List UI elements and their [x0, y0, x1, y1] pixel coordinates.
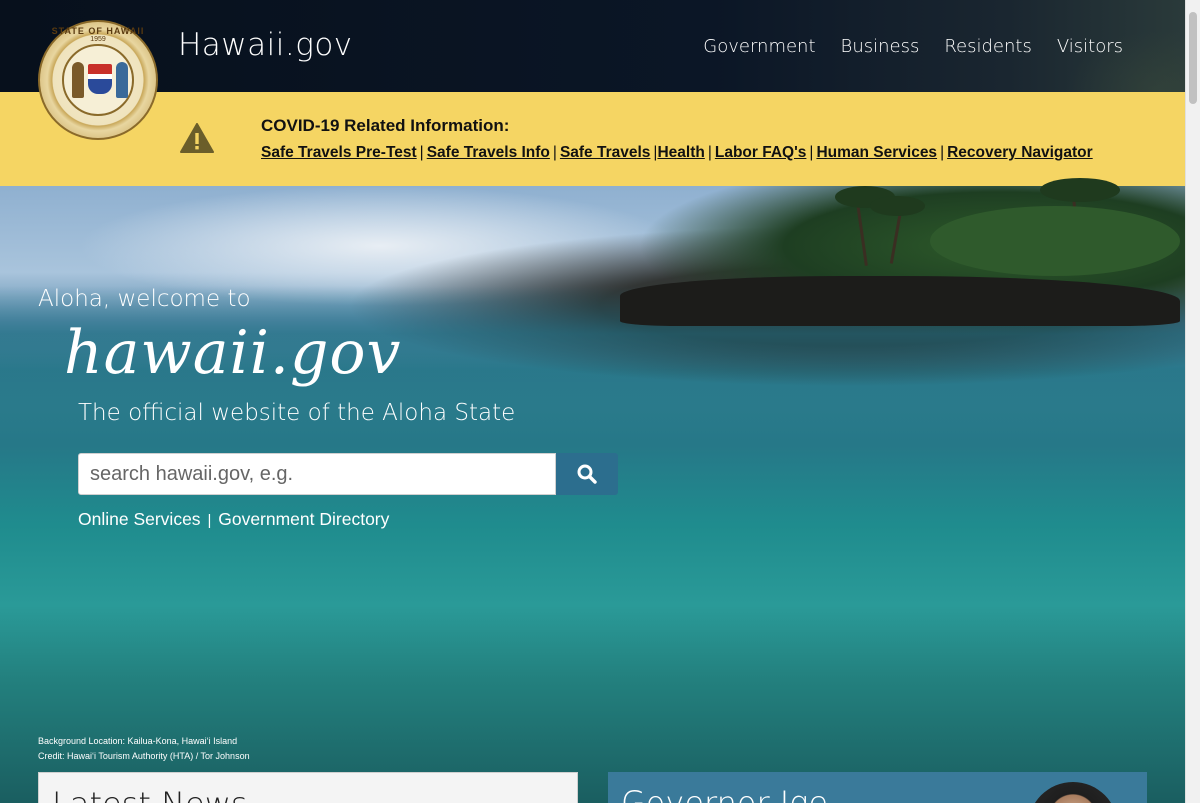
nav-item-business[interactable]: Business [841, 36, 920, 57]
covid-alert-bar [0, 92, 1185, 186]
alert-link-health[interactable]: Health [657, 144, 704, 161]
photo-credit-text: Credit: Hawaiʻi Tourism Authority (HTA) … [38, 751, 250, 761]
nav-item-visitors[interactable]: Visitors [1057, 36, 1123, 57]
photo-location: Background Location: Kailua-Kona, Hawaiʻ… [38, 736, 238, 746]
hero-tagline: The official website of the Aloha State [78, 400, 516, 426]
alert-link-labor-faqs[interactable]: Labor FAQ's [715, 144, 807, 161]
link-separator: | [809, 144, 814, 161]
quick-links: Online Services | Government Directory [78, 509, 389, 530]
link-separator: | [419, 144, 424, 161]
lava-rock-shoreline [620, 276, 1180, 326]
governor-photo [1028, 782, 1118, 803]
latest-news-card: Latest News [38, 772, 578, 803]
warning-icon [180, 123, 214, 153]
seal-figure-right [116, 62, 128, 98]
photo-credit: Background Location: Kailua-Kona, Hawaiʻ… [38, 734, 250, 764]
alert-link-safe-travels[interactable]: Safe Travels [560, 144, 650, 161]
shrubs [930, 206, 1180, 276]
seal-emblem [62, 44, 134, 116]
palm-tree [870, 196, 925, 216]
page-scrollbar[interactable] [1185, 0, 1200, 803]
hero-greeting: Aloha, welcome to [38, 286, 251, 312]
seal-figure-left [72, 62, 84, 98]
alert-title: COVID-19 Related Information: [261, 116, 510, 135]
site-title-link[interactable]: Hawaii.gov [178, 27, 353, 63]
link-separator: | [207, 512, 212, 529]
link-separator: | [552, 144, 557, 161]
alert-links: Safe Travels Pre-Test | Safe Travels Info |… [261, 144, 1093, 162]
main-nav: Government Business Residents Visitors [703, 36, 1123, 57]
latest-news-title: Latest News [52, 785, 248, 803]
link-separator: | [940, 144, 945, 161]
hero-script-title: hawaii.gov [64, 318, 402, 388]
link-online-services[interactable]: Online Services [78, 509, 201, 529]
site-header: Hawaii.gov Government Business Residents… [0, 0, 1185, 92]
alert-link-human-services[interactable]: Human Services [816, 144, 937, 161]
governor-title: Governor Ige [621, 784, 829, 803]
governor-card: Governor Ige [608, 772, 1147, 803]
link-separator: | [707, 144, 712, 161]
search-icon [577, 464, 597, 484]
scrollbar-thumb[interactable] [1189, 12, 1197, 104]
seal-shield-icon [88, 64, 112, 94]
nav-item-residents[interactable]: Residents [944, 36, 1032, 57]
link-government-directory[interactable]: Government Directory [218, 509, 389, 529]
seal-text: STATE OF HAWAII [51, 26, 145, 36]
alert-link-safe-travels-pretest[interactable]: Safe Travels Pre-Test [261, 144, 417, 161]
alert-link-safe-travels-info[interactable]: Safe Travels Info [427, 144, 550, 161]
alert-link-recovery-navigator[interactable]: Recovery Navigator [947, 144, 1093, 161]
state-seal-logo[interactable]: STATE OF HAWAII 1959 [38, 20, 158, 140]
seal-year: 1959 [90, 36, 106, 43]
search-input[interactable] [78, 453, 556, 495]
search-button[interactable] [556, 453, 618, 495]
nav-item-government[interactable]: Government [703, 36, 815, 57]
palm-tree [1040, 178, 1120, 202]
